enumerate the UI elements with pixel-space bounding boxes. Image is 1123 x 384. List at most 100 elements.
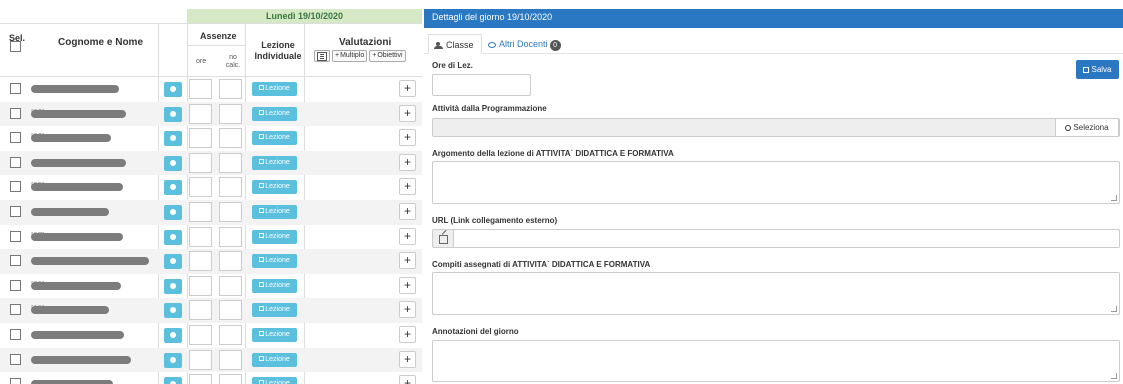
resize-handle[interactable] bbox=[1111, 306, 1117, 312]
tab-altri-docenti[interactable]: Altri Docenti 0 bbox=[488, 34, 561, 54]
ore-assenza-input[interactable] bbox=[189, 103, 212, 124]
ore-assenza-input[interactable] bbox=[189, 177, 212, 198]
resize-handle[interactable] bbox=[1111, 373, 1117, 379]
grid-view-button[interactable] bbox=[314, 50, 330, 62]
url-input[interactable] bbox=[453, 229, 1120, 248]
no-calc-input[interactable] bbox=[219, 202, 242, 222]
row-checkbox[interactable] bbox=[10, 181, 21, 193]
no-calc-input[interactable] bbox=[219, 152, 242, 173]
row-checkbox[interactable] bbox=[10, 132, 21, 144]
add-valutazione-button[interactable]: + bbox=[399, 178, 416, 196]
info-icon[interactable] bbox=[164, 155, 182, 171]
add-valutazione-button[interactable]: + bbox=[399, 129, 416, 147]
add-valutazione-button[interactable]: + bbox=[399, 326, 416, 343]
add-valutazione-button[interactable]: + bbox=[399, 227, 416, 245]
no-calc-input[interactable] bbox=[219, 325, 242, 345]
lezione-button[interactable]: Lezione bbox=[252, 254, 297, 269]
no-calc-input[interactable] bbox=[219, 79, 242, 99]
select-all-checkbox[interactable] bbox=[10, 41, 21, 52]
calendar-icon bbox=[259, 306, 265, 312]
lezione-button[interactable]: Lezione bbox=[252, 106, 297, 121]
ore-lez-input[interactable] bbox=[432, 74, 531, 96]
row-checkbox[interactable] bbox=[10, 353, 21, 365]
lezione-button[interactable]: Lezione bbox=[252, 229, 297, 244]
no-calc-input[interactable] bbox=[219, 349, 242, 370]
lezione-button[interactable]: Lezione bbox=[252, 131, 297, 146]
ore-assenza-input[interactable] bbox=[189, 152, 212, 173]
lezione-button[interactable]: Lezione bbox=[252, 82, 297, 96]
tab-classe[interactable]: Classe bbox=[428, 34, 482, 54]
ore-assenza-input[interactable] bbox=[189, 251, 212, 272]
ore-assenza-input[interactable] bbox=[189, 202, 212, 222]
save-button[interactable]: Salva bbox=[1076, 60, 1119, 79]
add-valutazione-button[interactable]: + bbox=[399, 350, 416, 368]
lezione-button[interactable]: Lezione bbox=[252, 278, 297, 293]
info-icon[interactable] bbox=[164, 205, 182, 220]
annotazioni-textarea[interactable] bbox=[432, 340, 1120, 382]
info-icon[interactable] bbox=[164, 328, 182, 343]
row-checkbox[interactable] bbox=[10, 329, 21, 340]
seleziona-button[interactable]: Seleziona bbox=[1055, 118, 1119, 137]
no-calc-input[interactable] bbox=[219, 177, 242, 198]
lezione-button[interactable]: Lezione bbox=[252, 180, 297, 195]
row-checkbox[interactable] bbox=[10, 107, 21, 119]
row-checkbox[interactable] bbox=[10, 206, 21, 217]
row-checkbox[interactable] bbox=[10, 279, 21, 291]
info-icon[interactable] bbox=[164, 278, 182, 294]
add-valutazione-button[interactable]: + bbox=[399, 276, 416, 294]
info-icon[interactable] bbox=[164, 254, 182, 270]
row-checkbox[interactable] bbox=[10, 83, 21, 94]
ore-assenza-input[interactable] bbox=[189, 325, 212, 345]
compiti-textarea[interactable] bbox=[432, 272, 1120, 315]
lezione-button[interactable]: Lezione bbox=[252, 352, 297, 367]
add-valutazione-button[interactable]: + bbox=[399, 252, 416, 270]
no-calc-input[interactable] bbox=[219, 251, 242, 272]
add-valutazione-button[interactable]: + bbox=[399, 153, 416, 171]
no-calc-input[interactable] bbox=[219, 275, 242, 296]
row-checkbox[interactable] bbox=[10, 304, 21, 316]
add-valutazione-button[interactable]: + bbox=[399, 104, 416, 122]
info-icon[interactable] bbox=[164, 303, 182, 319]
add-valutazione-button[interactable]: + bbox=[399, 80, 416, 97]
no-calc-input[interactable] bbox=[219, 128, 242, 149]
lezione-label: Lezione bbox=[265, 331, 290, 338]
redacted-student-name bbox=[31, 183, 123, 192]
lezione-button[interactable]: Lezione bbox=[252, 377, 297, 384]
obiettivi-button[interactable]: + Obiettivi bbox=[369, 50, 406, 62]
no-calc-input[interactable] bbox=[219, 300, 242, 321]
lezione-button[interactable]: Lezione bbox=[252, 205, 297, 219]
ore-assenza-input[interactable] bbox=[189, 226, 212, 247]
info-icon[interactable] bbox=[164, 352, 182, 368]
ore-assenza-input[interactable] bbox=[189, 374, 212, 384]
resize-handle[interactable] bbox=[1111, 195, 1117, 201]
lezione-button[interactable]: Lezione bbox=[252, 155, 297, 170]
row-checkbox[interactable] bbox=[10, 378, 21, 384]
info-icon[interactable] bbox=[164, 229, 182, 245]
no-calc-input[interactable] bbox=[219, 103, 242, 124]
no-calc-input[interactable] bbox=[219, 374, 242, 384]
row-checkbox[interactable] bbox=[10, 230, 21, 242]
info-icon[interactable] bbox=[164, 106, 182, 122]
programmazione-label: Attività dalla Programmazione bbox=[432, 104, 547, 113]
no-calc-input[interactable] bbox=[219, 226, 242, 247]
info-icon[interactable] bbox=[164, 180, 182, 196]
row-checkbox[interactable] bbox=[10, 255, 21, 267]
table-row: [09]Lezione+ bbox=[0, 274, 422, 299]
info-icon[interactable] bbox=[164, 131, 182, 147]
calendar-icon bbox=[259, 257, 265, 263]
ore-assenza-input[interactable] bbox=[189, 349, 212, 370]
ore-assenza-input[interactable] bbox=[189, 275, 212, 296]
argomento-textarea[interactable] bbox=[432, 161, 1120, 204]
ore-assenza-input[interactable] bbox=[189, 128, 212, 149]
multiplo-button[interactable]: + Multiplo bbox=[332, 50, 368, 62]
row-checkbox[interactable] bbox=[10, 156, 21, 168]
lezione-button[interactable]: Lezione bbox=[252, 303, 297, 318]
info-icon[interactable] bbox=[164, 377, 182, 384]
add-valutazione-button[interactable]: + bbox=[399, 203, 416, 220]
add-valutazione-button[interactable]: + bbox=[399, 301, 416, 319]
ore-assenza-input[interactable] bbox=[189, 79, 212, 99]
lezione-button[interactable]: Lezione bbox=[252, 328, 297, 342]
ore-assenza-input[interactable] bbox=[189, 300, 212, 321]
info-icon[interactable] bbox=[164, 82, 182, 97]
add-valutazione-button[interactable]: + bbox=[399, 375, 416, 384]
